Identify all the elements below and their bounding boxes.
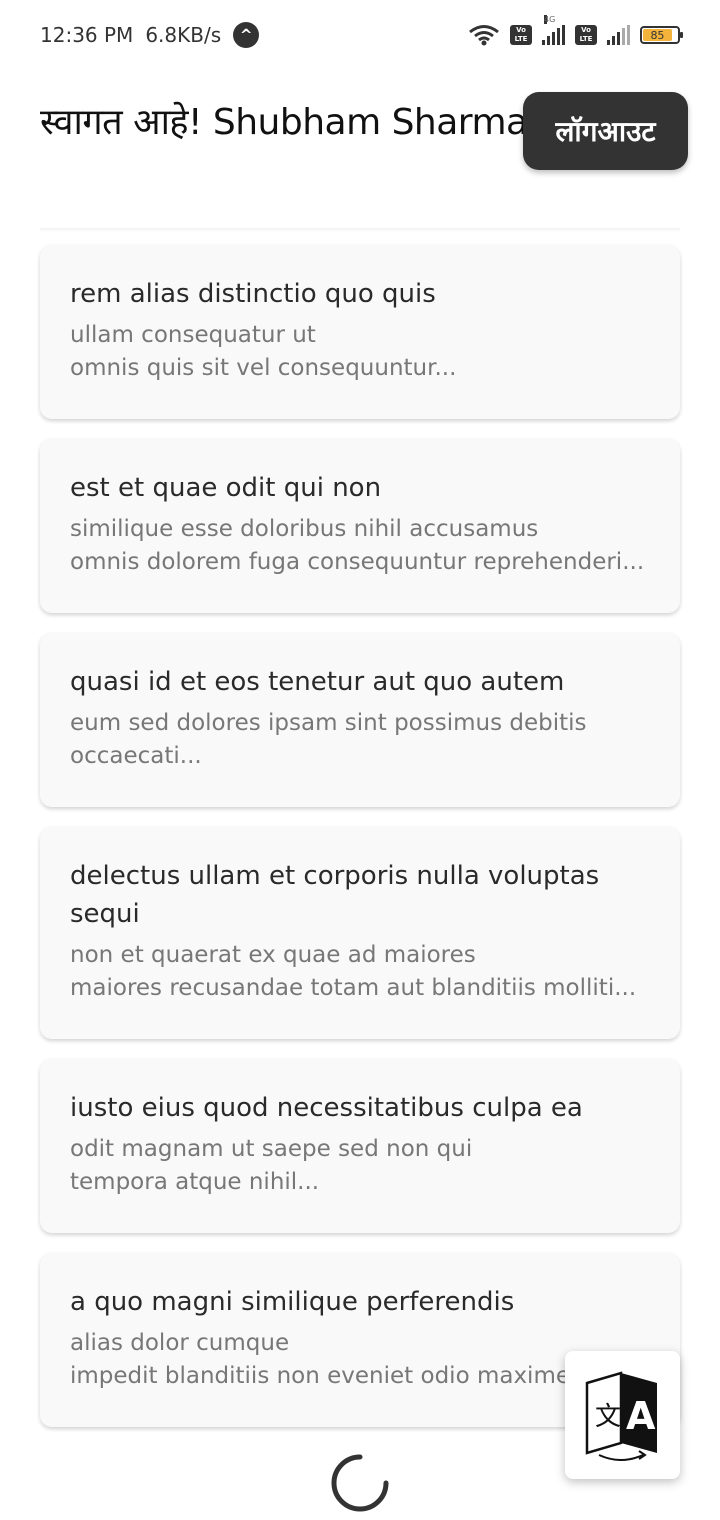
list-top-divider (40, 228, 680, 232)
post-card[interactable]: quasi id et eos tenetur aut quo autem eu… (40, 633, 680, 807)
post-body: similique esse doloribus nihil accusamus… (70, 516, 645, 575)
post-title: est et quae odit qui non (70, 473, 382, 503)
post-body: alias dolor cumque impedit blanditiis no… (70, 1330, 592, 1389)
signal-icon-2 (607, 25, 630, 45)
post-card[interactable]: iusto eius quod necessitatibus culpa ea … (40, 1059, 680, 1233)
battery-icon: 85 (640, 26, 683, 44)
translate-glyph-right: A (626, 1394, 656, 1438)
volte-label-bottom: LTE (514, 35, 528, 43)
app-screen: 12:36 PM 6.8KB/s ^ Vo LTE 4G Vo LTE 85 स… (0, 0, 720, 1520)
welcome-text: स्वागत आहे! Shubham Sharma (40, 102, 528, 143)
post-title: a quo magni similique perferendis (70, 1287, 515, 1317)
wifi-icon (469, 25, 499, 46)
post-card[interactable]: rem alias distinctio quo quis ullam cons… (40, 245, 680, 419)
status-left: 12:36 PM 6.8KB/s ^ (40, 22, 260, 48)
post-title: quasi id et eos tenetur aut quo autem (70, 667, 565, 697)
logout-button[interactable]: लॉगआउट (523, 92, 688, 170)
volte-label-top-2: Vo (581, 26, 591, 34)
network-type: 4G (544, 15, 556, 24)
post-title: delectus ullam et corporis nulla volupta… (70, 861, 600, 929)
post-title: rem alias distinctio quo quis (70, 279, 436, 309)
volte-label-bottom-2: LTE (579, 35, 593, 43)
post-title: iusto eius quod necessitatibus culpa ea (70, 1093, 583, 1123)
translate-icon: 文 A (585, 1371, 657, 1461)
post-body: eum sed dolores ipsam sint possimus debi… (70, 710, 587, 769)
loading-spinner-icon (331, 1454, 389, 1512)
battery-level: 85 (643, 29, 672, 42)
signal-icon: 4G (542, 15, 565, 45)
post-body: odit magnam ut saepe sed non qui tempora… (70, 1136, 473, 1195)
post-card[interactable]: est et quae odit qui non similique esse … (40, 439, 680, 613)
post-body: non et quaerat ex quae ad maiores maiore… (70, 942, 637, 1001)
status-bar: 12:36 PM 6.8KB/s ^ Vo LTE 4G Vo LTE 85 (0, 0, 720, 70)
post-card[interactable]: delectus ullam et corporis nulla volupta… (40, 827, 680, 1039)
translate-glyph-left: 文 (595, 1402, 621, 1432)
status-right: Vo LTE 4G Vo LTE 85 (468, 15, 683, 46)
volte-icon: Vo LTE (510, 25, 532, 45)
translate-button[interactable]: 文 A (565, 1351, 680, 1479)
post-body: ullam consequatur ut omnis quis sit vel … (70, 322, 457, 381)
app-notification-icon: ^ (233, 22, 260, 48)
status-net-speed: 6.8KB/s (145, 23, 222, 47)
status-time: 12:36 PM (40, 23, 134, 47)
volte-label-top: Vo (516, 26, 526, 34)
volte-icon-2: Vo LTE (575, 25, 597, 45)
